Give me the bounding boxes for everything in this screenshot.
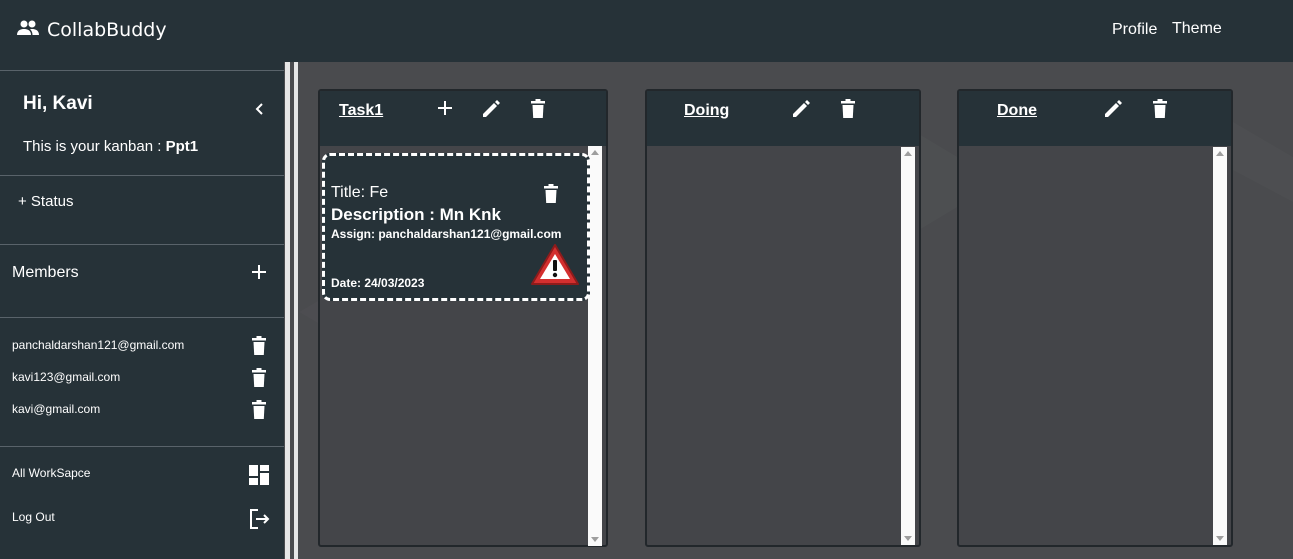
members-label: Members [12,264,79,281]
pencil-icon[interactable] [481,99,501,124]
card-date: Date: 24/03/2023 [331,276,425,290]
splitter [294,62,298,559]
divider [0,244,284,245]
trash-icon[interactable] [251,336,267,361]
trash-icon[interactable] [530,99,546,124]
column-header: Doing [647,91,919,146]
nav-theme[interactable]: Theme [1172,20,1222,38]
trash-icon[interactable] [1152,99,1168,124]
add-member-plus-icon[interactable] [251,264,267,285]
kanban-prefix: This is your kanban : [23,138,166,155]
trash-icon[interactable] [543,184,559,209]
kanban-name: Ppt1 [165,138,199,155]
column-title[interactable]: Task1 [339,102,383,120]
member-row: kavi@gmail.com [12,400,274,420]
nav-profile[interactable]: Profile [1112,21,1157,39]
kanban-info: This is your kanban : Ppt1 [23,138,198,155]
scroll-up-arrow[interactable] [904,151,912,156]
column-title[interactable]: Done [997,102,1037,120]
brand[interactable]: CollabBuddy [17,19,167,41]
divider [0,317,284,318]
scrollbar[interactable] [901,147,915,545]
column-doing: Doing [645,89,921,547]
logout-link[interactable]: Log Out [12,510,55,524]
greeting: Hi, Kavi [23,93,93,114]
column-title[interactable]: Doing [684,102,729,120]
scroll-down-arrow[interactable] [1216,536,1224,541]
warning-icon [530,243,580,292]
member-email: kavi@gmail.com [12,402,101,416]
scroll-up-arrow[interactable] [1216,151,1224,156]
scrollbar[interactable] [588,146,602,546]
divider [0,70,284,71]
all-workspace-link[interactable]: All WorkSapce [12,466,90,480]
dashboard-icon[interactable] [249,465,269,490]
group-icon [17,20,39,41]
brand-name: CollabBuddy [47,19,167,41]
pencil-icon[interactable] [791,99,811,124]
scroll-down-arrow[interactable] [904,536,912,541]
plus-icon[interactable] [436,99,454,122]
column-done: Done [957,89,1233,547]
trash-icon[interactable] [840,99,856,124]
scrollbar[interactable] [1213,147,1227,545]
trash-icon[interactable] [251,400,267,425]
column-header: Task1 [320,91,606,146]
add-status-button[interactable]: + Status [18,193,73,210]
logout-icon[interactable] [249,509,271,534]
scroll-down-arrow[interactable] [591,537,599,542]
pencil-icon[interactable] [1103,99,1123,124]
scroll-up-arrow[interactable] [591,150,599,155]
sidebar: Hi, Kavi This is your kanban : Ppt1 + St… [0,62,284,559]
card-assignee: Assign: panchaldarshan121@gmail.com [331,227,562,241]
member-email: panchaldarshan121@gmail.com [12,338,185,352]
trash-icon[interactable] [251,368,267,393]
splitter[interactable] [285,62,290,559]
member-row: panchaldarshan121@gmail.com [12,336,274,356]
column-header: Done [959,91,1231,146]
card-title: Title: Fe [331,184,389,201]
divider [0,175,284,176]
member-email: kavi123@gmail.com [12,370,121,384]
member-row: kavi123@gmail.com [12,368,274,388]
top-bar: CollabBuddy Profile Theme [0,0,1293,62]
chevron-left-icon[interactable] [253,102,267,121]
card-description: Description : Mn Knk [331,205,502,224]
divider [0,446,284,447]
task-card[interactable]: Title: Fe Description : Mn Knk Assign: p… [322,153,590,301]
